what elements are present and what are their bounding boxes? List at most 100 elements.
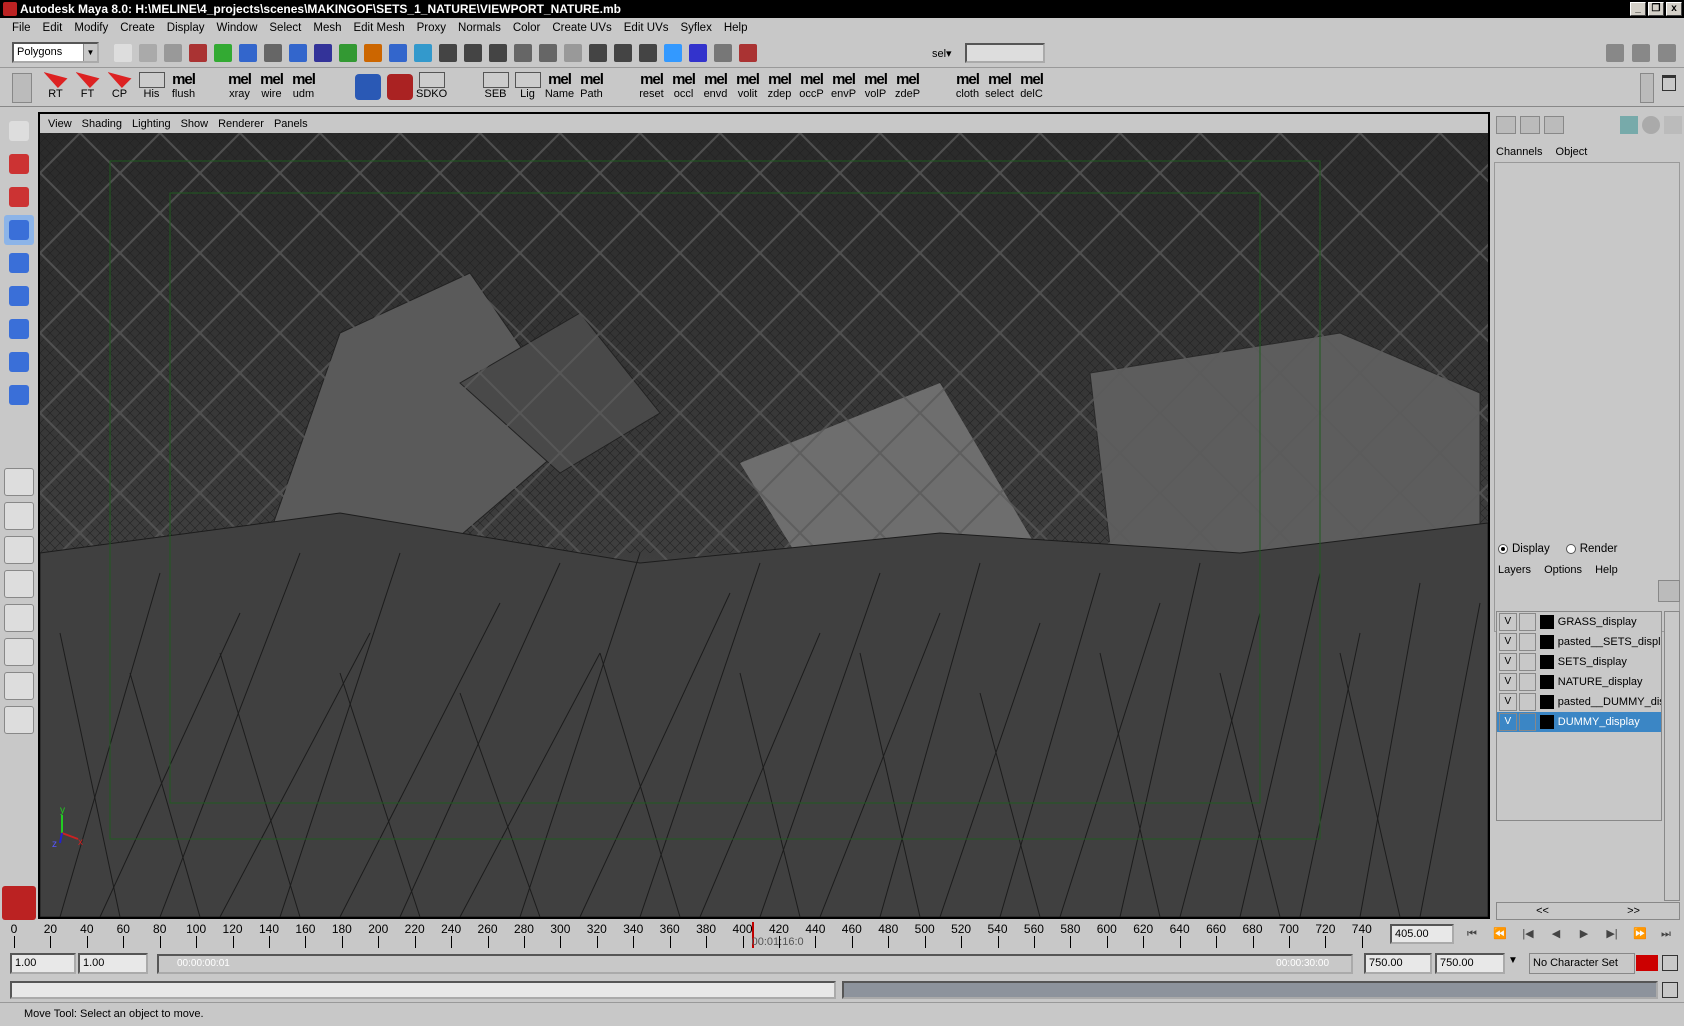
viewport-menu-lighting[interactable]: Lighting [127,118,176,130]
shelf-button-cloth[interactable]: mel cloth [952,72,983,104]
menu-set-dropdown[interactable]: Polygons ▼ [12,42,99,63]
layout-more-icon[interactable] [4,706,34,734]
select-tool-icon[interactable] [4,116,34,146]
channel-box-layout-icon[interactable] [1496,116,1516,134]
object-menu[interactable]: Object [1556,146,1588,158]
menu-edit[interactable]: Edit [37,22,69,34]
lattice-icon[interactable] [614,44,632,62]
attribute-editor-toggle-icon[interactable] [1632,44,1650,62]
layers-menu[interactable]: Layers [1498,564,1531,576]
shelf-button-cp[interactable]: CP [104,72,135,104]
scroll-left-button[interactable]: << [1536,903,1549,919]
shelf-button-sdko[interactable]: SDKO [416,72,447,104]
menu-window[interactable]: Window [210,22,263,34]
shelf-button-path[interactable]: mel Path [576,72,607,104]
rotate-tool-icon[interactable] [4,248,34,278]
shelf-button-seb[interactable]: SEB [480,72,511,104]
close-button[interactable]: x [1666,2,1682,16]
shelf-button-envd[interactable]: mel envd [700,72,731,104]
menu-edit-mesh[interactable]: Edit Mesh [347,22,410,34]
render-layout-icon[interactable] [4,672,34,700]
shelf-button-ft[interactable]: FT [72,72,103,104]
minimize-button[interactable]: _ [1630,2,1646,16]
single-pane-layout-icon[interactable] [4,468,34,496]
viewport-menu-panels[interactable]: Panels [269,118,313,130]
layer-visibility-toggle[interactable]: V [1499,633,1517,651]
shelf-button-select[interactable]: mel select [984,72,1015,104]
menu-create-uvs[interactable]: Create UVs [546,22,617,34]
time-slider[interactable]: 0 20 40 60 80 100 120 140 160 180 200 220 240 260 280 3… [0,920,1684,948]
menu-syflex[interactable]: Syflex [675,22,718,34]
layer-visibility-toggle[interactable]: V [1499,713,1517,731]
shelf-button-icon-9[interactable] [384,72,415,104]
shelf-button-volit[interactable]: mel volit [732,72,763,104]
hypershade-layout-icon[interactable] [4,638,34,666]
layer-row[interactable]: V GRASS_display [1497,612,1661,632]
layer-visibility-toggle[interactable]: V [1499,673,1517,691]
step-forward-frame-button[interactable]: ▶| [1602,925,1622,943]
display-lock-icon[interactable] [564,44,582,62]
menu-edit-uvs[interactable]: Edit UVs [618,22,675,34]
play-forward-button[interactable]: ▶ [1574,925,1594,943]
shelf-button-zdep[interactable]: mel zdep [764,72,795,104]
menu-display[interactable]: Display [161,22,211,34]
shelf-button-icon-8[interactable] [352,72,383,104]
viewport-menu-renderer[interactable]: Renderer [213,118,269,130]
step-forward-key-button[interactable]: ⏩ [1630,925,1650,943]
layer-visibility-toggle[interactable]: V [1499,693,1517,711]
animation-end-field[interactable]: 750.00 [1435,953,1505,974]
channels-menu[interactable]: Channels [1496,146,1542,158]
current-frame-field[interactable]: 405.00 [1390,924,1454,944]
step-back-key-button[interactable]: ⏪ [1490,925,1510,943]
snap-plane-icon[interactable] [364,44,382,62]
outliner-layout-icon[interactable] [4,570,34,598]
layer-type-toggle[interactable] [1518,713,1537,731]
render-globals-icon[interactable] [489,44,507,62]
move-tool-icon[interactable] [4,215,34,245]
time-ruler[interactable]: 0 20 40 60 80 100 120 140 160 180 200 220 240 260 280 3… [11,922,1380,948]
snap-point-icon[interactable] [339,44,357,62]
soft-mod-icon[interactable] [4,347,34,377]
layer-type-toggle[interactable] [1518,673,1537,691]
layer-row[interactable]: V NATURE_display [1497,672,1661,692]
range-bar[interactable]: 00:00:00:01 00:00:30:00 [157,954,1353,974]
new-layer-icon[interactable] [1658,580,1680,602]
brush-icon[interactable] [1664,116,1682,134]
layer-color-swatch[interactable] [1540,615,1554,629]
layer-color-swatch[interactable] [1540,675,1554,689]
select-hierarchy-icon[interactable] [189,44,207,62]
move-pivot-icon[interactable] [639,44,657,62]
shelf-button-lig[interactable]: Lig [512,72,543,104]
new-scene-icon[interactable] [114,44,132,62]
layer-color-swatch[interactable] [1540,655,1554,669]
camera-icon[interactable] [589,44,607,62]
layer-color-swatch[interactable] [1540,695,1554,709]
shelf-button-occl[interactable]: mel occl [668,72,699,104]
lock-selection-icon[interactable] [264,44,282,62]
scale-tool-icon[interactable] [4,281,34,311]
display-radio[interactable]: Display [1498,543,1550,555]
shelf-button-udm[interactable]: mel udm [288,72,319,104]
shelf-button-name[interactable]: mel Name [544,72,575,104]
menu-file[interactable]: File [6,22,37,34]
construction-history-icon[interactable] [414,44,432,62]
command-input[interactable] [10,981,836,999]
step-back-frame-button[interactable]: |◀ [1518,925,1538,943]
shelf-button-his[interactable]: His [136,72,167,104]
selection-mode-label[interactable]: sel▾ [932,47,952,60]
go-to-start-button[interactable]: ⏮ [1462,925,1482,943]
shelf-button-delc[interactable]: mel delC [1016,72,1047,104]
layer-row[interactable]: Vpasted__SETS_display [1497,632,1661,652]
render-radio[interactable]: Render [1565,543,1617,555]
channel-box-toggle-icon[interactable] [1606,44,1624,62]
menu-proxy[interactable]: Proxy [411,22,452,34]
viewport-menu-view[interactable]: View [43,118,77,130]
layer-editor-layout-icon[interactable] [1520,116,1540,134]
shelf-button-occp[interactable]: mel occP [796,72,827,104]
universal-manip-icon[interactable] [4,314,34,344]
layer-row[interactable]: Vpasted__DUMMY_display [1497,692,1661,712]
go-to-end-button[interactable]: ⏭ [1656,925,1676,943]
sphere-icon[interactable] [664,44,682,62]
menu-select[interactable]: Select [263,22,307,34]
layer-visibility-toggle[interactable]: V [1499,613,1517,631]
